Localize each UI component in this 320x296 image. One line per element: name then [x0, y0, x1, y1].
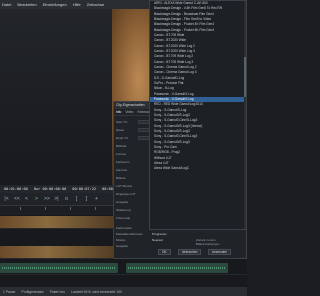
menu-timeline[interactable]: Zeitachse — [87, 2, 104, 7]
menu-file[interactable]: Datei — [2, 2, 11, 7]
menu-help[interactable]: Hilfe — [73, 2, 81, 7]
ruler-tick — [70, 207, 71, 210]
status-bar: 1 Pause Profilgenerator Paket neu Laufze… — [0, 287, 247, 296]
scrollbar-thumb[interactable] — [244, 57, 246, 97]
field-label: Eingangs-LUT — [116, 192, 136, 196]
status-right[interactable]: Paket neu — [50, 290, 65, 294]
video-clip[interactable] — [0, 246, 120, 258]
scan-value[interactable]: Progressiv — [152, 232, 167, 236]
tab-video[interactable]: Video — [125, 110, 133, 114]
go-start-button[interactable]: |< — [4, 196, 9, 202]
loop-button[interactable]: o — [64, 196, 69, 202]
field-label: Farbraum — [116, 160, 130, 164]
video-clip[interactable] — [0, 216, 118, 228]
field-label: Dauer — [116, 128, 125, 132]
add-marker-button[interactable]: + — [94, 196, 99, 202]
lut-items: ARRI - ALEXA Wide Gamut C-AK 800 Blackmag… — [150, 1, 246, 172]
apply-button[interactable]: Anwenden — [208, 249, 232, 255]
field-label: Ende TC — [116, 136, 129, 140]
menu-settings[interactable]: Einstellungen — [43, 2, 67, 7]
rewind-button[interactable]: << — [14, 196, 20, 202]
audio-clip[interactable] — [126, 263, 228, 273]
status-left: 1 Pause — [3, 289, 16, 294]
field-label: Gamma — [116, 168, 128, 172]
fast-forward-button[interactable]: >> — [44, 196, 50, 202]
audio-clip[interactable] — [0, 263, 118, 273]
viewer-background — [0, 9, 112, 185]
menu-edit[interactable]: Bearbeiten — [17, 2, 36, 7]
ruler-tick — [20, 207, 21, 210]
lut-dropdown-list[interactable]: ARRI - ALEXA Wide Gamut C-AK 800 Blackmag… — [149, 0, 247, 230]
field-label: LUT-Modus — [116, 184, 132, 188]
status-far: Laufzeit 51%, wird verwendet 100 — [70, 289, 122, 294]
field-label: Modus — [116, 238, 126, 242]
field-label: Framerate — [116, 216, 131, 220]
field-label: Start TC — [116, 120, 128, 124]
viewer-shade — [0, 9, 112, 185]
tab-info[interactable]: Info — [116, 110, 121, 114]
lut-option[interactable]: Alexa Wide Gamut/LogC — [150, 166, 246, 171]
field-label: Metadatenfarbraum — [116, 232, 143, 236]
cancel-button[interactable]: Abbrechen — [178, 249, 202, 255]
field-label: Ausgabe — [116, 244, 129, 248]
field-label: Format — [116, 152, 126, 156]
timecode-in: 00:00:07:22 — [72, 187, 97, 191]
audio-track-1 — [0, 261, 247, 275]
ruler-tick — [95, 207, 96, 210]
field-label: Farbmodell — [116, 226, 132, 230]
mark-out-button[interactable]: ] — [84, 196, 89, 202]
field-label: Ausgabe — [116, 200, 129, 204]
status-mid[interactable]: Profilgenerator — [21, 290, 43, 294]
ruler-tick — [45, 207, 46, 210]
field-label: Bildrate — [116, 144, 127, 148]
play-button[interactable]: > — [34, 196, 39, 202]
dropdown-scrollbar[interactable] — [244, 1, 246, 229]
ok-button[interactable]: OK — [158, 249, 171, 255]
timecode-duration: Dur 00:00:00:00 — [33, 187, 67, 191]
go-end-button[interactable]: >| — [54, 196, 59, 202]
timecode-current: 00:01:06:00 — [4, 187, 28, 191]
reset-checkbox-label[interactable]: Zurück zu den Bildeinstellungen — [196, 238, 226, 246]
field-label: Skalierung — [116, 208, 131, 212]
field-label: Bittiefe — [116, 176, 126, 180]
step-back-button[interactable]: < — [24, 196, 29, 202]
scaling-value[interactable]: Nearest — [152, 238, 163, 242]
mark-in-button[interactable]: [ — [74, 196, 79, 202]
